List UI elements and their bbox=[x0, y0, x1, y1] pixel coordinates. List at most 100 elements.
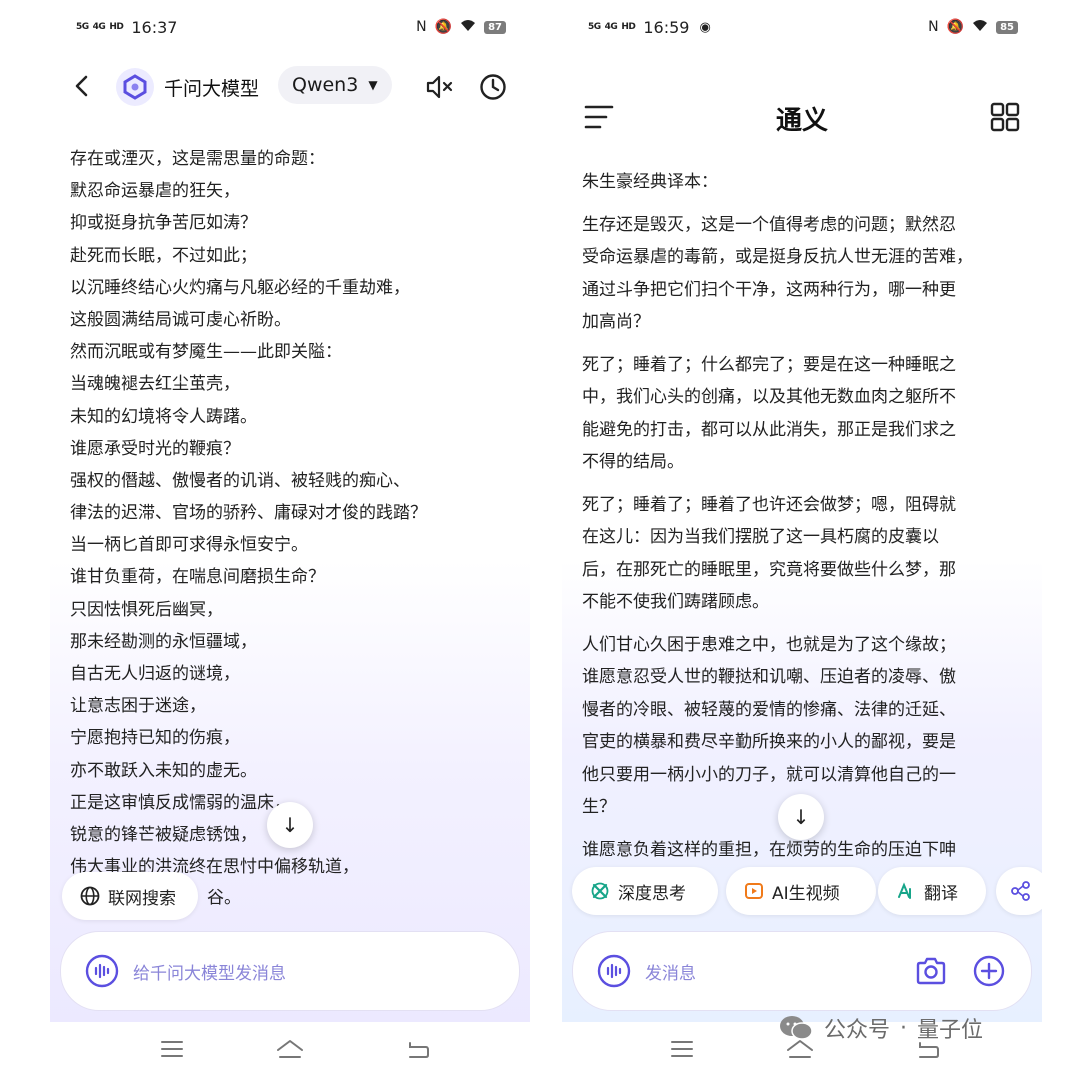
poem-line: 宁愿抱持已知的伤痕， bbox=[70, 728, 240, 749]
back-button[interactable] bbox=[74, 68, 104, 104]
status-bar: 5G 4G HD 16:59 ◉ N 🔕 85 bbox=[588, 14, 1018, 40]
hd-icon: HD bbox=[109, 22, 124, 32]
poem-line: 锐意的锋芒被疑虑锈蚀， bbox=[70, 824, 257, 845]
wifi-icon bbox=[972, 19, 988, 36]
poem-line: 抑或挺身抗争苦厄如涛？ bbox=[70, 213, 257, 234]
message-input-bar[interactable]: 给千问大模型发消息 bbox=[60, 931, 520, 1011]
speaker-mute-icon bbox=[426, 75, 453, 99]
chip-label: 深度思考 bbox=[618, 883, 686, 904]
poem-line: 那未经勘测的永恒疆域， bbox=[70, 631, 257, 652]
chip-label: AI生视频 bbox=[772, 883, 840, 904]
message-input[interactable]: 发消息 bbox=[645, 959, 696, 984]
translate-icon bbox=[898, 882, 911, 899]
paragraph-line: 通过斗争把它们扫个干净，这两种行为，哪一种更 bbox=[582, 279, 956, 300]
assistant-title: 千问大模型 bbox=[164, 78, 260, 100]
system-nav-bar bbox=[50, 1022, 530, 1075]
menu-nav-icon[interactable] bbox=[666, 1036, 698, 1062]
watermark-prefix: 公众号 bbox=[824, 1018, 891, 1043]
message-input[interactable]: 给千问大模型发消息 bbox=[133, 959, 286, 984]
paragraph-line: 死了；睡着了；什么都完了；要是在这一种睡眠之 bbox=[582, 354, 956, 375]
voice-input-icon[interactable] bbox=[85, 954, 119, 988]
status-time: 16:59 bbox=[643, 17, 690, 37]
poem-line: 然而沉眠或有梦魇生——此即关隘： bbox=[70, 342, 342, 363]
arrow-down-icon: ↓ bbox=[281, 813, 299, 837]
poem-line: 默忍命运暴虐的狂矢， bbox=[70, 181, 240, 202]
poem-line: 只因怯惧死后幽冥， bbox=[70, 599, 223, 620]
back-nav-icon[interactable] bbox=[402, 1036, 434, 1062]
status-time: 16:37 bbox=[131, 17, 178, 37]
wifi-icon bbox=[460, 19, 476, 36]
add-icon[interactable] bbox=[973, 955, 1005, 987]
paragraph-line: 死了；睡着了；睡着了也许还会做梦；嗯，阻碍就 bbox=[582, 494, 956, 515]
battery-icon: 87 bbox=[484, 20, 506, 34]
watermark-name: 量子位 bbox=[917, 1018, 984, 1043]
silent-bell-icon: 🔕 bbox=[434, 19, 453, 35]
poem-line: 谁愿承受时光的鞭痕？ bbox=[70, 438, 240, 459]
poem-line: 律法的迟滞、官场的骄矜、庸碌对才俊的践踏？ bbox=[70, 503, 427, 524]
more-tools-chip[interactable] bbox=[996, 867, 1042, 915]
deep-think-chip[interactable]: 深度思考 bbox=[572, 867, 718, 915]
clock-icon bbox=[480, 74, 506, 100]
signal-5g-icon: 5G bbox=[588, 22, 601, 32]
response-content: 朱生豪经典译本： 生存还是毁灭，这是一个值得考虑的问题；默然忍 受命运暴虐的毒箭，… bbox=[582, 166, 1022, 876]
watermark-separator: · bbox=[900, 1015, 908, 1041]
poem-line: 以沉睡终结心火灼痛与凡躯必经的千重劫难， bbox=[70, 277, 410, 298]
poem-line: 当魂魄褪去红尘茧壳， bbox=[70, 374, 240, 395]
paragraph-line: 官吏的横暴和费尽辛勤所换来的小人的鄙视，要是 bbox=[582, 732, 956, 752]
poem-last-line-fragment: 谷。 bbox=[207, 888, 241, 908]
paragraph-line: 能避免的打击，都可以从此消失，那正是我们求之 bbox=[582, 419, 956, 440]
paragraph-line: 人们甘心久困于患难之中，也就是为了这个缘故； bbox=[582, 634, 956, 655]
web-search-chip[interactable]: 联网搜索 bbox=[62, 872, 198, 920]
poem-line: 赴死而长眠，不过如此； bbox=[70, 245, 257, 266]
app-notification-icon: ◉ bbox=[699, 19, 711, 35]
voice-input-icon[interactable] bbox=[597, 954, 631, 988]
signal-4g-icon: 4G bbox=[92, 22, 106, 32]
hd-icon: HD bbox=[621, 22, 636, 32]
paragraph-line: 加高尚？ bbox=[582, 312, 650, 332]
paragraph-line: 不能不使我们踌躇顾虑。 bbox=[582, 592, 769, 612]
apps-grid-icon[interactable] bbox=[990, 102, 1020, 132]
paragraph-line: 中，我们心头的创痛，以及其他无数血肉之躯所不 bbox=[582, 387, 956, 407]
home-nav-icon[interactable] bbox=[274, 1036, 306, 1062]
web-search-label: 联网搜索 bbox=[108, 888, 176, 909]
share-nodes-icon bbox=[1011, 881, 1030, 901]
chip-label: 翻译 bbox=[924, 883, 958, 904]
caret-down-icon: ▼ bbox=[368, 78, 378, 92]
signal-5g-icon: 5G bbox=[76, 22, 89, 32]
deep-think-icon bbox=[591, 882, 609, 900]
poem-line: 谁甘负重荷，在喘息间磨损生命？ bbox=[70, 567, 325, 588]
response-paragraph: 生存还是毁灭，这是一个值得考虑的问题；默然忍 受命运暴虐的毒箭，或是挺身反抗人世无… bbox=[582, 209, 1022, 339]
status-bar: 5G 4G HD 16:37 N 🔕 87 bbox=[76, 14, 506, 40]
translate-chip[interactable]: 翻译 bbox=[878, 867, 986, 915]
right-phone-screen: 5G 4G HD 16:59 ◉ N 🔕 85 通义 朱生豪经典译本： 生存还是… bbox=[562, 0, 1042, 1075]
poem-line: 自古无人归返的谜境， bbox=[70, 664, 240, 684]
paragraph-line: 谁愿意忍受人世的鞭挞和讥嘲、压迫者的凌辱、傲 bbox=[582, 667, 956, 687]
paragraph-line: 受命运暴虐的毒箭，或是挺身反抗人世无涯的苦难， bbox=[582, 247, 973, 267]
menu-nav-icon[interactable] bbox=[156, 1036, 188, 1062]
poem-line: 当一柄匕首即可求得永恒安宁。 bbox=[70, 535, 308, 556]
response-paragraph: 死了；睡着了；什么都完了；要是在这一种睡眠之 中，我们心头的创痛，以及其他无数血肉… bbox=[582, 349, 1022, 479]
ai-video-chip[interactable]: AI生视频 bbox=[726, 867, 876, 915]
message-input-bar[interactable]: 发消息 bbox=[572, 931, 1032, 1011]
paragraph-line: 在这儿：因为当我们摆脱了这一具朽腐的皮囊以 bbox=[582, 527, 939, 547]
paragraph-line: 慢者的冷眼、被轻蔑的爱情的惨痛、法律的迁延、 bbox=[582, 699, 956, 720]
left-phone-screen: 5G 4G HD 16:37 N 🔕 87 千问大模型 Qwen3 ▼ 存在或湮… bbox=[50, 0, 530, 1075]
poem-line: 让意志困于迷途， bbox=[70, 696, 206, 717]
paragraph-line: 他只要用一柄小小的刀子，就可以清算他自己的一 bbox=[582, 764, 956, 785]
intro-text: 朱生豪经典译本： bbox=[582, 172, 718, 192]
qwen-logo-icon bbox=[116, 68, 154, 106]
scroll-down-button[interactable]: ↓ bbox=[267, 802, 313, 848]
nfc-icon: N bbox=[928, 19, 939, 35]
paragraph-line: 不得的结局。 bbox=[582, 452, 684, 472]
poem-line: 未知的幻境将令人踌躇。 bbox=[70, 406, 257, 427]
nfc-icon: N bbox=[416, 19, 427, 35]
mute-button[interactable] bbox=[424, 72, 454, 102]
poem-line: 强权的僭越、傲慢者的讥诮、被轻贱的痴心、 bbox=[70, 470, 410, 491]
wechat-icon bbox=[780, 1016, 813, 1040]
camera-icon[interactable] bbox=[915, 956, 947, 986]
model-selector[interactable]: Qwen3 ▼ bbox=[278, 66, 392, 104]
wechat-watermark: 公众号 · 量子位 bbox=[778, 1012, 983, 1044]
scroll-down-button[interactable]: ↓ bbox=[778, 794, 824, 840]
poem-line: 存在或湮灭，这是需思量的命题： bbox=[70, 149, 325, 169]
history-button[interactable] bbox=[478, 72, 508, 102]
